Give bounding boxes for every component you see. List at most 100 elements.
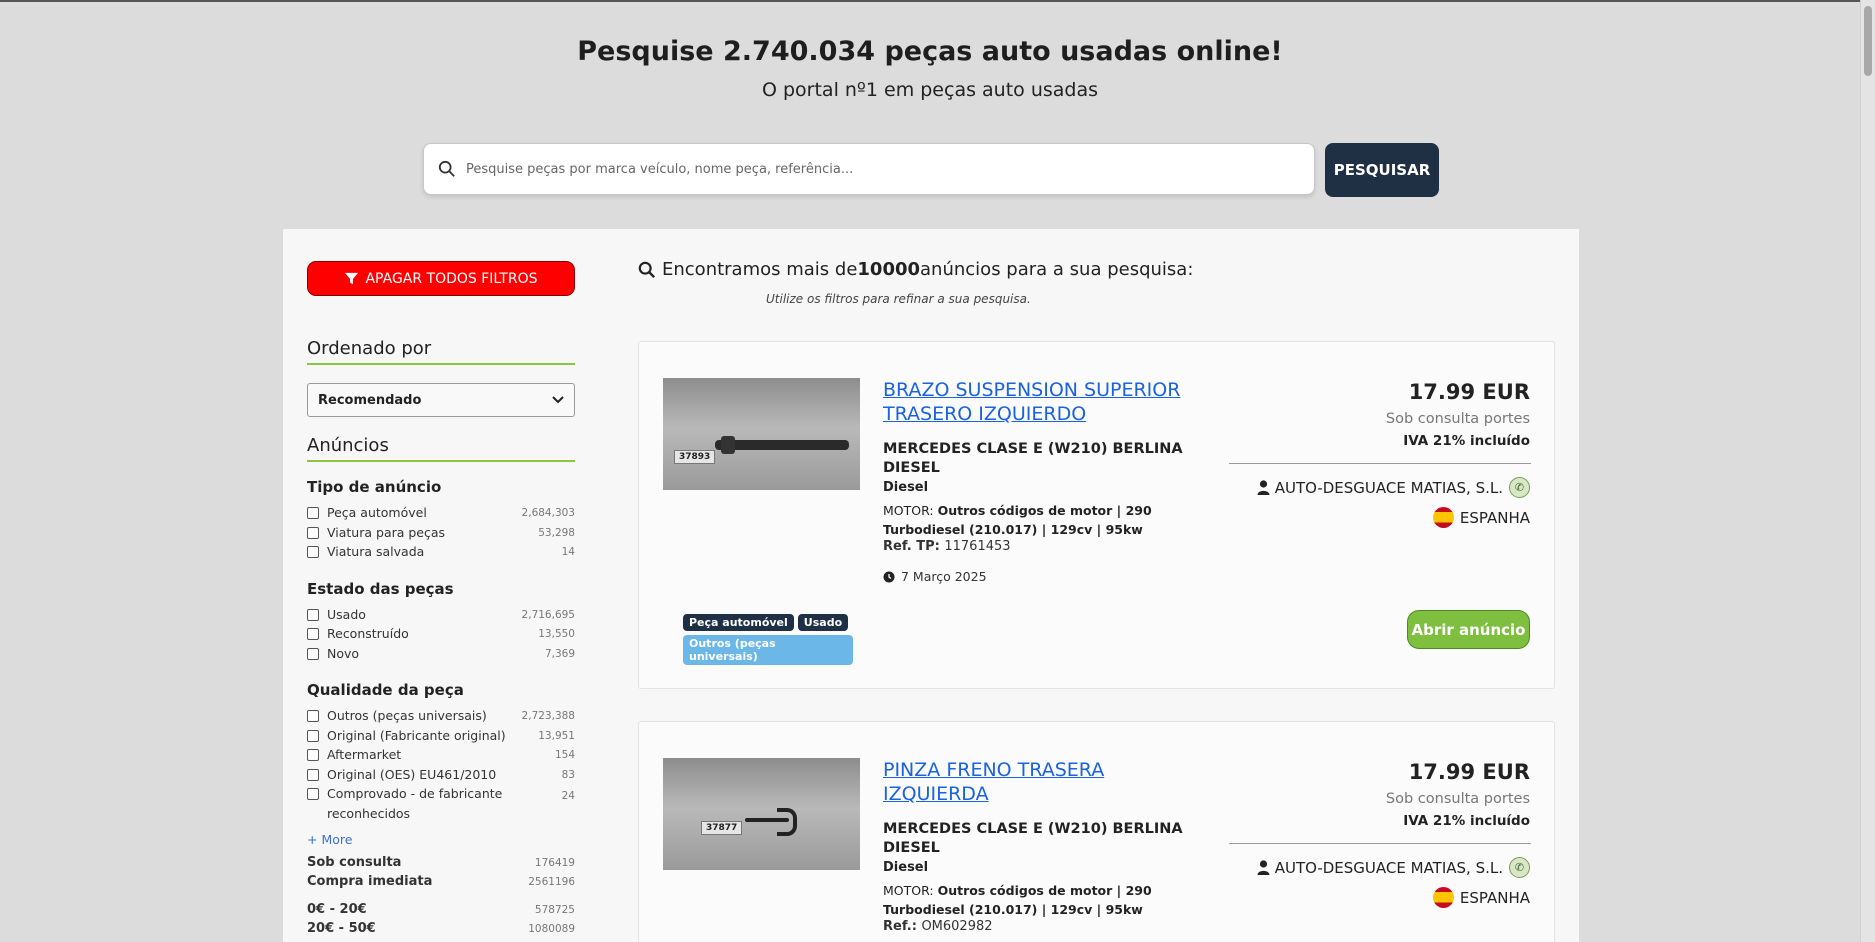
filter-option-label: Reconstruído xyxy=(327,626,409,641)
filter-option[interactable]: Viatura para peças 53,298 xyxy=(307,525,575,545)
top-border xyxy=(0,0,1860,2)
listing-card: 37893 BRAZO SUSPENSION SUPERIOR TRASERO … xyxy=(638,341,1555,689)
filter-option-label: Peça automóvel xyxy=(327,505,427,520)
checkbox[interactable] xyxy=(307,749,319,761)
filter-option-count: 2,723,388 xyxy=(521,710,575,722)
listing-thumbnail[interactable]: 37893 xyxy=(663,378,860,490)
price-range-label: 0€ - 20€ xyxy=(307,902,367,917)
filter-option-label: Novo xyxy=(327,645,360,661)
filter-option[interactable]: Reconstruído 13,550 xyxy=(307,626,575,646)
listing-title-link[interactable]: BRAZO SUSPENSION SUPERIOR TRASERO IZQUIE… xyxy=(883,378,1203,426)
filter-option-count: 13,951 xyxy=(538,729,575,742)
checkbox[interactable] xyxy=(307,710,319,722)
country-name: ESPANHA xyxy=(1459,508,1530,527)
checkbox[interactable] xyxy=(307,729,319,742)
thumbnail-tag: 37893 xyxy=(674,450,716,464)
listing-vat: IVA 21% incluído xyxy=(1403,433,1530,449)
listing-fuel: Diesel xyxy=(883,480,929,495)
stat-count: 2561196 xyxy=(528,876,575,888)
clear-filters-button[interactable]: APAGAR TODOS FILTROS xyxy=(307,261,575,296)
availability-filter[interactable]: Compra imediata 2561196 xyxy=(307,874,575,893)
ref-label: Ref. TP: xyxy=(883,539,945,554)
scrollbar-thumb[interactable] xyxy=(1864,6,1872,76)
filter-option[interactable]: Novo 7,369 xyxy=(307,646,575,666)
checkbox[interactable] xyxy=(307,788,319,800)
part-shape xyxy=(777,808,797,836)
filter-option-label: Original (Fabricante original) xyxy=(327,727,506,743)
checkbox[interactable] xyxy=(307,768,319,781)
price-range-count: 578725 xyxy=(534,904,575,916)
checkbox[interactable] xyxy=(307,647,319,660)
stat-label: Compra imediata xyxy=(307,874,433,889)
filter-option-label: Usado xyxy=(327,606,366,622)
hero-title-suffix: peças auto usadas online! xyxy=(875,36,1283,67)
phone-icon[interactable]: ✆ xyxy=(1509,857,1530,878)
hero-title-prefix: Pesquise xyxy=(577,36,724,67)
listing-title-link[interactable]: PINZA FRENO TRASERA IZQUIERDA xyxy=(883,758,1203,806)
user-icon xyxy=(1257,860,1270,875)
divider xyxy=(1229,843,1531,844)
hero-subtitle: O portal nº1 em peças auto usadas xyxy=(761,79,1099,101)
listing-shipping: Sob consulta portes xyxy=(1385,411,1530,427)
more-link[interactable]: + More xyxy=(307,832,575,847)
filter-option[interactable]: Viatura salvada 14 xyxy=(307,544,575,564)
listing-card: 37877 PINZA FRENO TRASERA IZQUIERDA MERC… xyxy=(638,721,1555,942)
clear-filters-label: APAGAR TODOS FILTROS xyxy=(365,270,538,287)
filters-sidebar: APAGAR TODOS FILTROS Ordenado por Recome… xyxy=(307,261,575,940)
ads-title: Anúncios xyxy=(307,435,575,462)
filter-option-label: Comprovado - de fabricante reconhecidos xyxy=(327,786,503,821)
results-heading-prefix: Encontramos mais de xyxy=(662,259,858,280)
search-box[interactable] xyxy=(423,143,1315,195)
hero-title: Pesquise 2.740.034 peças auto usadas onl… xyxy=(0,36,1860,67)
listing-country: ESPANHA xyxy=(1432,507,1530,528)
divider xyxy=(1229,463,1531,464)
listing-thumbnail[interactable]: 37877 xyxy=(663,758,860,870)
price-range-filter[interactable]: 20€ - 50€ 1080089 xyxy=(307,921,575,940)
user-icon xyxy=(1257,480,1270,495)
listing-seller[interactable]: AUTO-DESGUACE MATIAS, S.L. ✆ xyxy=(1257,477,1530,498)
spain-flag-icon xyxy=(1432,887,1454,908)
filter-option[interactable]: Usado 2,716,695 xyxy=(307,607,575,627)
filter-option-label: Viatura salvada xyxy=(327,544,425,559)
listing-ref: Ref.: OM602982 xyxy=(883,919,993,934)
stat-label: Sob consulta xyxy=(307,855,402,870)
checkbox[interactable] xyxy=(307,526,319,539)
checkbox[interactable] xyxy=(307,628,319,640)
filter-option[interactable]: Outros (peças universais) 2,723,388 xyxy=(307,708,575,728)
sort-title: Ordenado por xyxy=(307,338,575,365)
filter-option-count: 14 xyxy=(561,546,575,558)
availability-filter[interactable]: Sob consulta 176419 xyxy=(307,855,575,874)
checkbox[interactable] xyxy=(307,546,319,558)
filter-option-count: 154 xyxy=(554,749,575,761)
filter-option-count: 2,716,695 xyxy=(521,608,575,621)
open-listing-button[interactable]: Abrir anúncio xyxy=(1407,610,1530,649)
filter-option[interactable]: Aftermarket 154 xyxy=(307,747,575,767)
phone-icon[interactable]: ✆ xyxy=(1509,477,1530,498)
listing-fuel: Diesel xyxy=(883,860,929,875)
ref-value: 11761453 xyxy=(944,539,1011,554)
badge: Peça automóvel xyxy=(683,614,794,631)
thumbnail-tag: 37877 xyxy=(701,821,743,835)
sort-select[interactable]: Recomendado xyxy=(307,383,575,417)
filter-option-label: Viatura para peças xyxy=(327,524,446,540)
results-heading-suffix: anúncios para a sua pesquisa: xyxy=(920,259,1194,280)
listing-date-text: 7 Março 2025 xyxy=(901,569,987,584)
listing-price: 17.99 EUR xyxy=(1408,380,1530,404)
filter-option-count: 7,369 xyxy=(544,647,575,660)
filter-option[interactable]: Original (Fabricante original) 13,951 xyxy=(307,728,575,748)
checkbox[interactable] xyxy=(307,507,319,519)
search-icon xyxy=(638,261,656,278)
listing-motor: MOTOR: Outros códigos de motor | 290 Tur… xyxy=(883,881,1173,919)
checkbox[interactable] xyxy=(307,608,319,621)
motor-label: MOTOR: xyxy=(883,503,938,518)
country-name: ESPANHA xyxy=(1459,888,1530,907)
search-button[interactable]: PESQUISAR xyxy=(1325,143,1439,197)
listing-price: 17.99 EUR xyxy=(1408,760,1530,784)
filter-option[interactable]: Peça automóvel 2,684,303 xyxy=(307,505,575,525)
page-scrollbar[interactable] xyxy=(1860,0,1875,942)
ref-value: OM602982 xyxy=(921,919,993,934)
search-input[interactable] xyxy=(466,161,1286,177)
filter-option[interactable]: Comprovado - de fabricante reconhecidos 2… xyxy=(307,786,575,826)
price-range-filter[interactable]: 0€ - 20€ 578725 xyxy=(307,902,575,921)
listing-seller[interactable]: AUTO-DESGUACE MATIAS, S.L. ✆ xyxy=(1257,857,1530,878)
